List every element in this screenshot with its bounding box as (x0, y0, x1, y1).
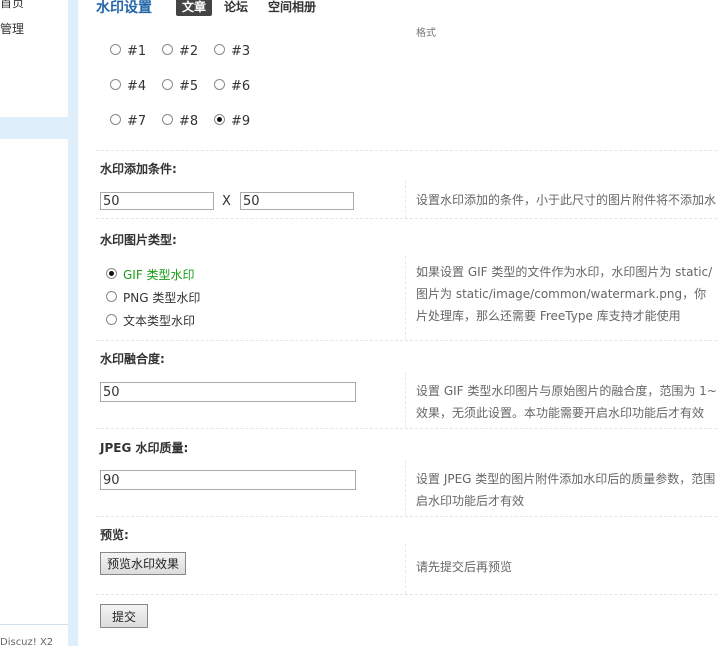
position-label: #4 (127, 79, 147, 94)
column-separator (405, 256, 406, 340)
divider (96, 218, 717, 219)
page-title: 水印设置 (96, 0, 152, 16)
position-radio-6[interactable]: #6 (214, 79, 250, 94)
image-type-tip-line-1: 如果设置 GIF 类型的文件作为水印，水印图片为 static/ (416, 265, 713, 279)
position-label: #1 (127, 44, 147, 59)
position-radio-9[interactable]: #9 (214, 114, 250, 129)
position-radio-2[interactable]: #2 (162, 44, 198, 59)
divider (96, 428, 717, 429)
submit-button[interactable]: 提交 (100, 604, 148, 628)
blend-tip-line-1: 设置 GIF 类型水印图片与原始图片的融合度，范围为 1~ (416, 384, 717, 398)
jpeg-quality-tip-line-1: 设置 JPEG 类型的图片附件添加水印后的质量参数，范围 (416, 472, 716, 486)
radio-icon[interactable] (110, 79, 121, 90)
condition-separator: X (222, 194, 231, 209)
position-label: #3 (231, 44, 251, 59)
position-label: #8 (179, 114, 199, 129)
preview-tip: 请先提交后再预览 (416, 560, 513, 574)
condition-tip: 设置水印添加的条件，小于此尺寸的图片附件将不添加水 (416, 193, 717, 207)
position-label: #9 (231, 114, 251, 129)
radio-icon[interactable] (106, 314, 117, 325)
sidebar-item-manage[interactable]: 管理 (0, 20, 24, 37)
blend-tip-line-2: 效果，无须此设置。本功能需要开启水印功能后才有效 (416, 406, 705, 420)
radio-icon[interactable] (214, 79, 225, 90)
position-label: #2 (179, 44, 199, 59)
position-radio-1[interactable]: #1 (110, 44, 146, 59)
divider (96, 150, 717, 151)
position-label: #7 (127, 114, 147, 129)
condition-height-input[interactable] (240, 192, 354, 210)
position-radio-8[interactable]: #8 (162, 114, 198, 129)
jpeg-quality-label: JPEG 水印质量: (100, 441, 189, 455)
position-radio-7[interactable]: #7 (110, 114, 146, 129)
radio-icon[interactable] (214, 44, 225, 55)
column-separator (405, 544, 406, 594)
column-separator (405, 460, 406, 516)
radio-icon[interactable] (110, 114, 121, 125)
radio-icon[interactable] (162, 114, 173, 125)
preview-label: 预览: (100, 528, 129, 542)
blend-label: 水印融合度: (100, 352, 165, 366)
radio-icon[interactable] (106, 268, 117, 279)
position-tip: 格式 (416, 28, 436, 39)
radio-icon[interactable] (162, 79, 173, 90)
divider (96, 516, 717, 517)
condition-label: 水印添加条件: (100, 162, 177, 176)
radio-icon[interactable] (162, 44, 173, 55)
column-separator (405, 372, 406, 428)
option-label: PNG 类型水印 (123, 291, 201, 305)
image-type-tip-line-3: 片处理库，那么还需要 FreeType 库支持才能使用 (416, 309, 681, 323)
image-type-radio-png[interactable]: PNG 类型水印 (106, 289, 200, 306)
jpeg-quality-input[interactable] (100, 470, 356, 490)
position-label: #6 (231, 79, 251, 94)
tab-article[interactable]: 文章 (176, 0, 213, 16)
sidebar-item-active[interactable] (0, 117, 68, 139)
sidebar-strip (68, 0, 78, 646)
image-type-radio-text[interactable]: 文本类型水印 (106, 312, 195, 329)
radio-icon[interactable] (214, 114, 225, 125)
sidebar-footer: Discuz! X2 (0, 624, 68, 648)
radio-icon[interactable] (106, 291, 117, 302)
option-label: 文本类型水印 (123, 314, 196, 328)
blend-input[interactable] (100, 382, 356, 402)
image-type-tip-line-2: 图片为 static/image/common/watermark.png，你 (416, 287, 707, 301)
jpeg-quality-tip-line-2: 启水印功能后才有效 (416, 494, 525, 508)
sidebar: 首页 管理 Discuz! X2 (0, 0, 68, 648)
position-radio-4[interactable]: #4 (110, 79, 146, 94)
column-separator (405, 180, 406, 218)
radio-icon[interactable] (110, 44, 121, 55)
tab-forum[interactable]: 论坛 (218, 0, 254, 16)
preview-watermark-button[interactable]: 预览水印效果 (100, 552, 187, 575)
sidebar-item-home[interactable]: 首页 (0, 0, 24, 11)
divider (96, 594, 717, 595)
condition-width-input[interactable] (100, 192, 214, 210)
image-type-label: 水印图片类型: (100, 233, 177, 247)
option-label: GIF 类型水印 (123, 268, 195, 282)
sidebar-footer-text: Discuz! X2 (0, 637, 54, 648)
divider (96, 340, 717, 341)
tab-space-album[interactable]: 空间相册 (262, 0, 322, 16)
image-type-radio-gif[interactable]: GIF 类型水印 (106, 266, 195, 283)
position-label: #5 (179, 79, 199, 94)
position-radio-5[interactable]: #5 (162, 79, 198, 94)
position-radio-3[interactable]: #3 (214, 44, 250, 59)
